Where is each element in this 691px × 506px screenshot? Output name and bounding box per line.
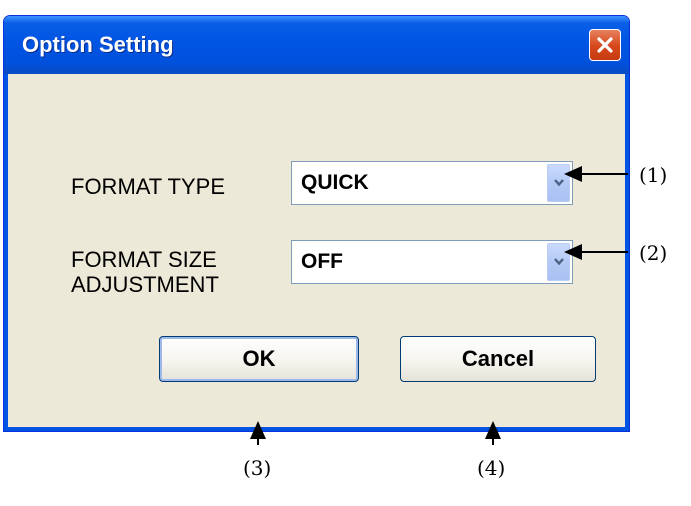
callout-4-label: (4) (477, 456, 506, 480)
callout-3-label: (3) (243, 456, 272, 480)
callout-2-label: (2) (639, 241, 668, 265)
callout-1-label: (1) (639, 163, 668, 187)
callout-arrows (250, 166, 628, 445)
